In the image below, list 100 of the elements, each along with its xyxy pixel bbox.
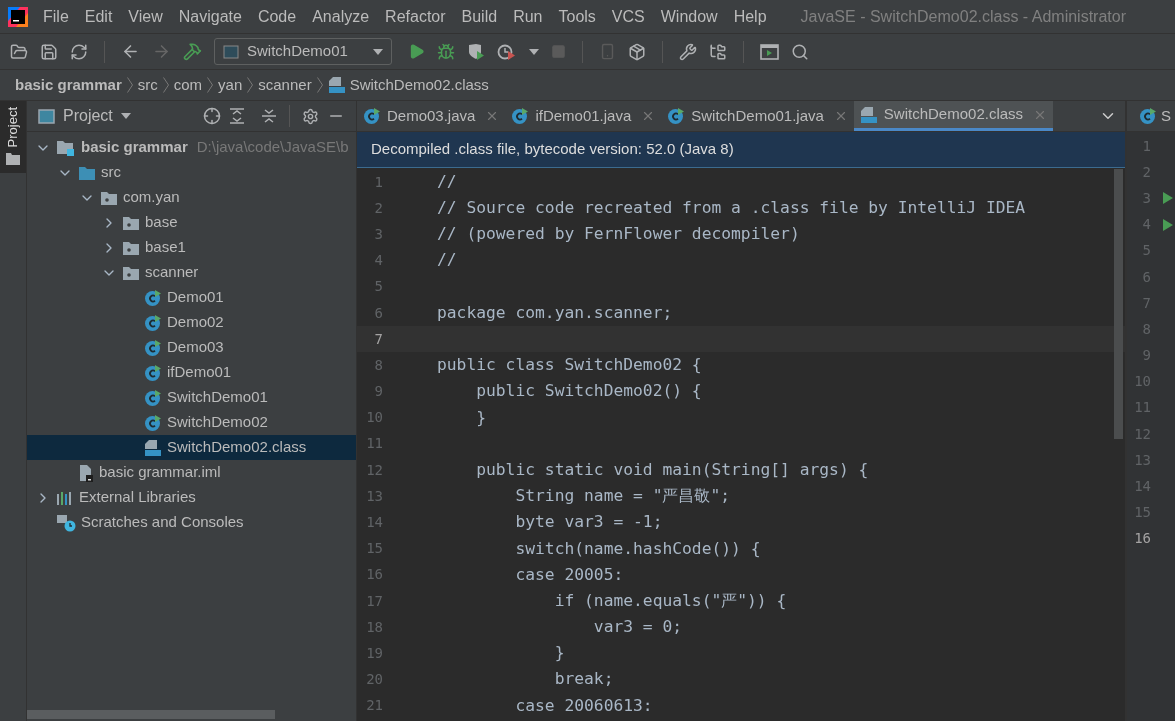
save-icon[interactable] (40, 42, 58, 61)
editor-tab[interactable]: SwitchDemo01.java (661, 101, 854, 131)
line-number: 16 (365, 565, 383, 585)
coverage-shield-icon[interactable] (467, 42, 485, 61)
menu-item[interactable]: Build (461, 4, 498, 29)
menu-item[interactable]: Navigate (178, 4, 242, 29)
panel-title-dropdown[interactable]: Project (63, 104, 113, 128)
tree-item[interactable]: basic grammar D:\java\code\JavaSE\b (27, 135, 356, 160)
tree-item[interactable]: src (27, 160, 356, 185)
tree-item-label: External Libraries (79, 487, 196, 508)
code-line: // Source code recreated from a .class file by IntelliJ IDEA (437, 197, 1026, 220)
code-line: package com.yan.scanner; (437, 301, 673, 324)
tree-item[interactable]: base (27, 210, 356, 235)
tree-item-label: Demo01 (167, 287, 224, 308)
terminal-window-icon[interactable] (760, 43, 779, 60)
line-number: 9 (373, 382, 383, 402)
package-folder-icon (100, 189, 118, 206)
class-file-icon (144, 438, 162, 457)
class-icon (144, 363, 162, 382)
menu-item[interactable]: View (128, 4, 163, 29)
class-icon (511, 107, 530, 125)
tree-item[interactable]: Demo01 (27, 285, 356, 310)
line-number: 16 (1133, 529, 1151, 549)
tree-item-label: SwitchDemo01 (167, 387, 268, 408)
class-file-icon (859, 105, 878, 124)
tree-item-label: ifDemo01 (167, 362, 232, 383)
expand-all-icon[interactable] (229, 108, 245, 124)
code-line: switch(name.hashCode()) { (514, 537, 761, 560)
tree-item[interactable]: Demo03 (27, 335, 356, 360)
line-number: 13 (365, 486, 383, 506)
tree-item[interactable]: com.yan (27, 185, 356, 210)
tree-item[interactable]: scanner (27, 260, 356, 285)
project-tool-window-tab[interactable]: Project (0, 101, 26, 174)
tree-item[interactable]: base1 (27, 235, 356, 260)
breadcrumb-item[interactable]: yan (218, 73, 243, 97)
menu-item[interactable]: Window (660, 4, 718, 29)
window-icon (223, 44, 239, 59)
tree-item[interactable]: ifDemo01 (27, 360, 356, 385)
menu-item[interactable]: Help (733, 4, 767, 29)
breadcrumb-separator-icon (207, 77, 214, 93)
search-icon[interactable] (791, 42, 809, 61)
tree-item[interactable]: External Libraries (27, 485, 356, 510)
code-line: // (437, 170, 457, 193)
line-number: 2 (373, 198, 383, 218)
menu-item[interactable]: Analyze (312, 4, 370, 29)
tree-item-label: Demo03 (167, 337, 224, 358)
dropdown-caret-icon[interactable] (120, 113, 131, 119)
menu-item[interactable]: Run (513, 4, 543, 29)
tree-item[interactable]: SwitchDemo02 (27, 410, 356, 435)
line-number: 17 (365, 591, 383, 611)
horizontal-scrollbar[interactable] (27, 710, 275, 719)
tree-item[interactable]: basic grammar.iml (27, 460, 356, 485)
breadcrumb-item[interactable]: SwitchDemo02.class (349, 73, 489, 97)
menu-item[interactable]: Refactor (385, 4, 446, 29)
editor-tab[interactable]: SwitchDemo02.class (853, 101, 1054, 131)
breadcrumb-item[interactable]: com (173, 73, 203, 97)
line-number: 18 (365, 617, 383, 637)
profiler-icon[interactable] (497, 42, 517, 61)
menu-item[interactable]: Edit (84, 4, 113, 29)
breadcrumb-item[interactable]: src (137, 73, 158, 97)
editor-tab[interactable]: S (1161, 104, 1171, 128)
editor-tab[interactable]: Demo03.java (357, 101, 506, 131)
code-line: public static void main(String[] args) { (475, 458, 869, 481)
run-configuration-dropdown[interactable]: SwitchDemo01 (214, 38, 392, 65)
editor-tab[interactable]: ifDemo01.java (505, 101, 662, 131)
tree-item[interactable]: Scratches and Consoles (27, 510, 356, 535)
line-number: 3 (373, 224, 383, 244)
run-gutter-icon[interactable] (1163, 192, 1173, 205)
libraries-icon (56, 489, 74, 506)
menu-item[interactable]: Tools (558, 4, 596, 29)
breadcrumb-separator-icon (316, 77, 323, 93)
class-icon (144, 288, 162, 307)
module-folder-icon (56, 138, 76, 157)
wrench-icon[interactable] (679, 42, 697, 61)
package-download-icon[interactable] (628, 42, 646, 61)
code-line: // (437, 249, 457, 272)
code-line: case 20005: (514, 563, 624, 586)
tree-item-label: base (145, 212, 178, 233)
open-folder-icon[interactable] (10, 42, 28, 61)
menu-item[interactable]: Code (257, 4, 297, 29)
breadcrumb-item[interactable]: scanner (258, 73, 312, 97)
run-icon[interactable] (408, 43, 425, 60)
debug-bug-icon[interactable] (437, 42, 455, 61)
settings-icon[interactable] (302, 107, 319, 125)
locate-target-icon[interactable] (203, 107, 221, 125)
tree-item[interactable]: SwitchDemo02.class (27, 435, 356, 460)
refresh-icon[interactable] (70, 42, 88, 61)
project-structure-icon[interactable] (709, 42, 727, 61)
tree-item[interactable]: SwitchDemo01 (27, 385, 356, 410)
dropdown-caret-icon[interactable] (529, 48, 539, 55)
window-title: JavaSE - SwitchDemo02.class - Administrator (800, 6, 1126, 27)
vertical-scrollbar[interactable] (1114, 169, 1123, 439)
hammer-icon[interactable] (183, 42, 202, 61)
collapse-all-icon[interactable] (261, 108, 277, 124)
menu-item[interactable]: File (43, 4, 69, 29)
line-number: 12 (365, 460, 383, 480)
breadcrumb-item[interactable]: basic grammar (15, 73, 122, 97)
run-gutter-icon[interactable] (1163, 218, 1173, 231)
tree-item[interactable]: Demo02 (27, 310, 356, 335)
menu-item[interactable]: VCS (611, 4, 645, 29)
